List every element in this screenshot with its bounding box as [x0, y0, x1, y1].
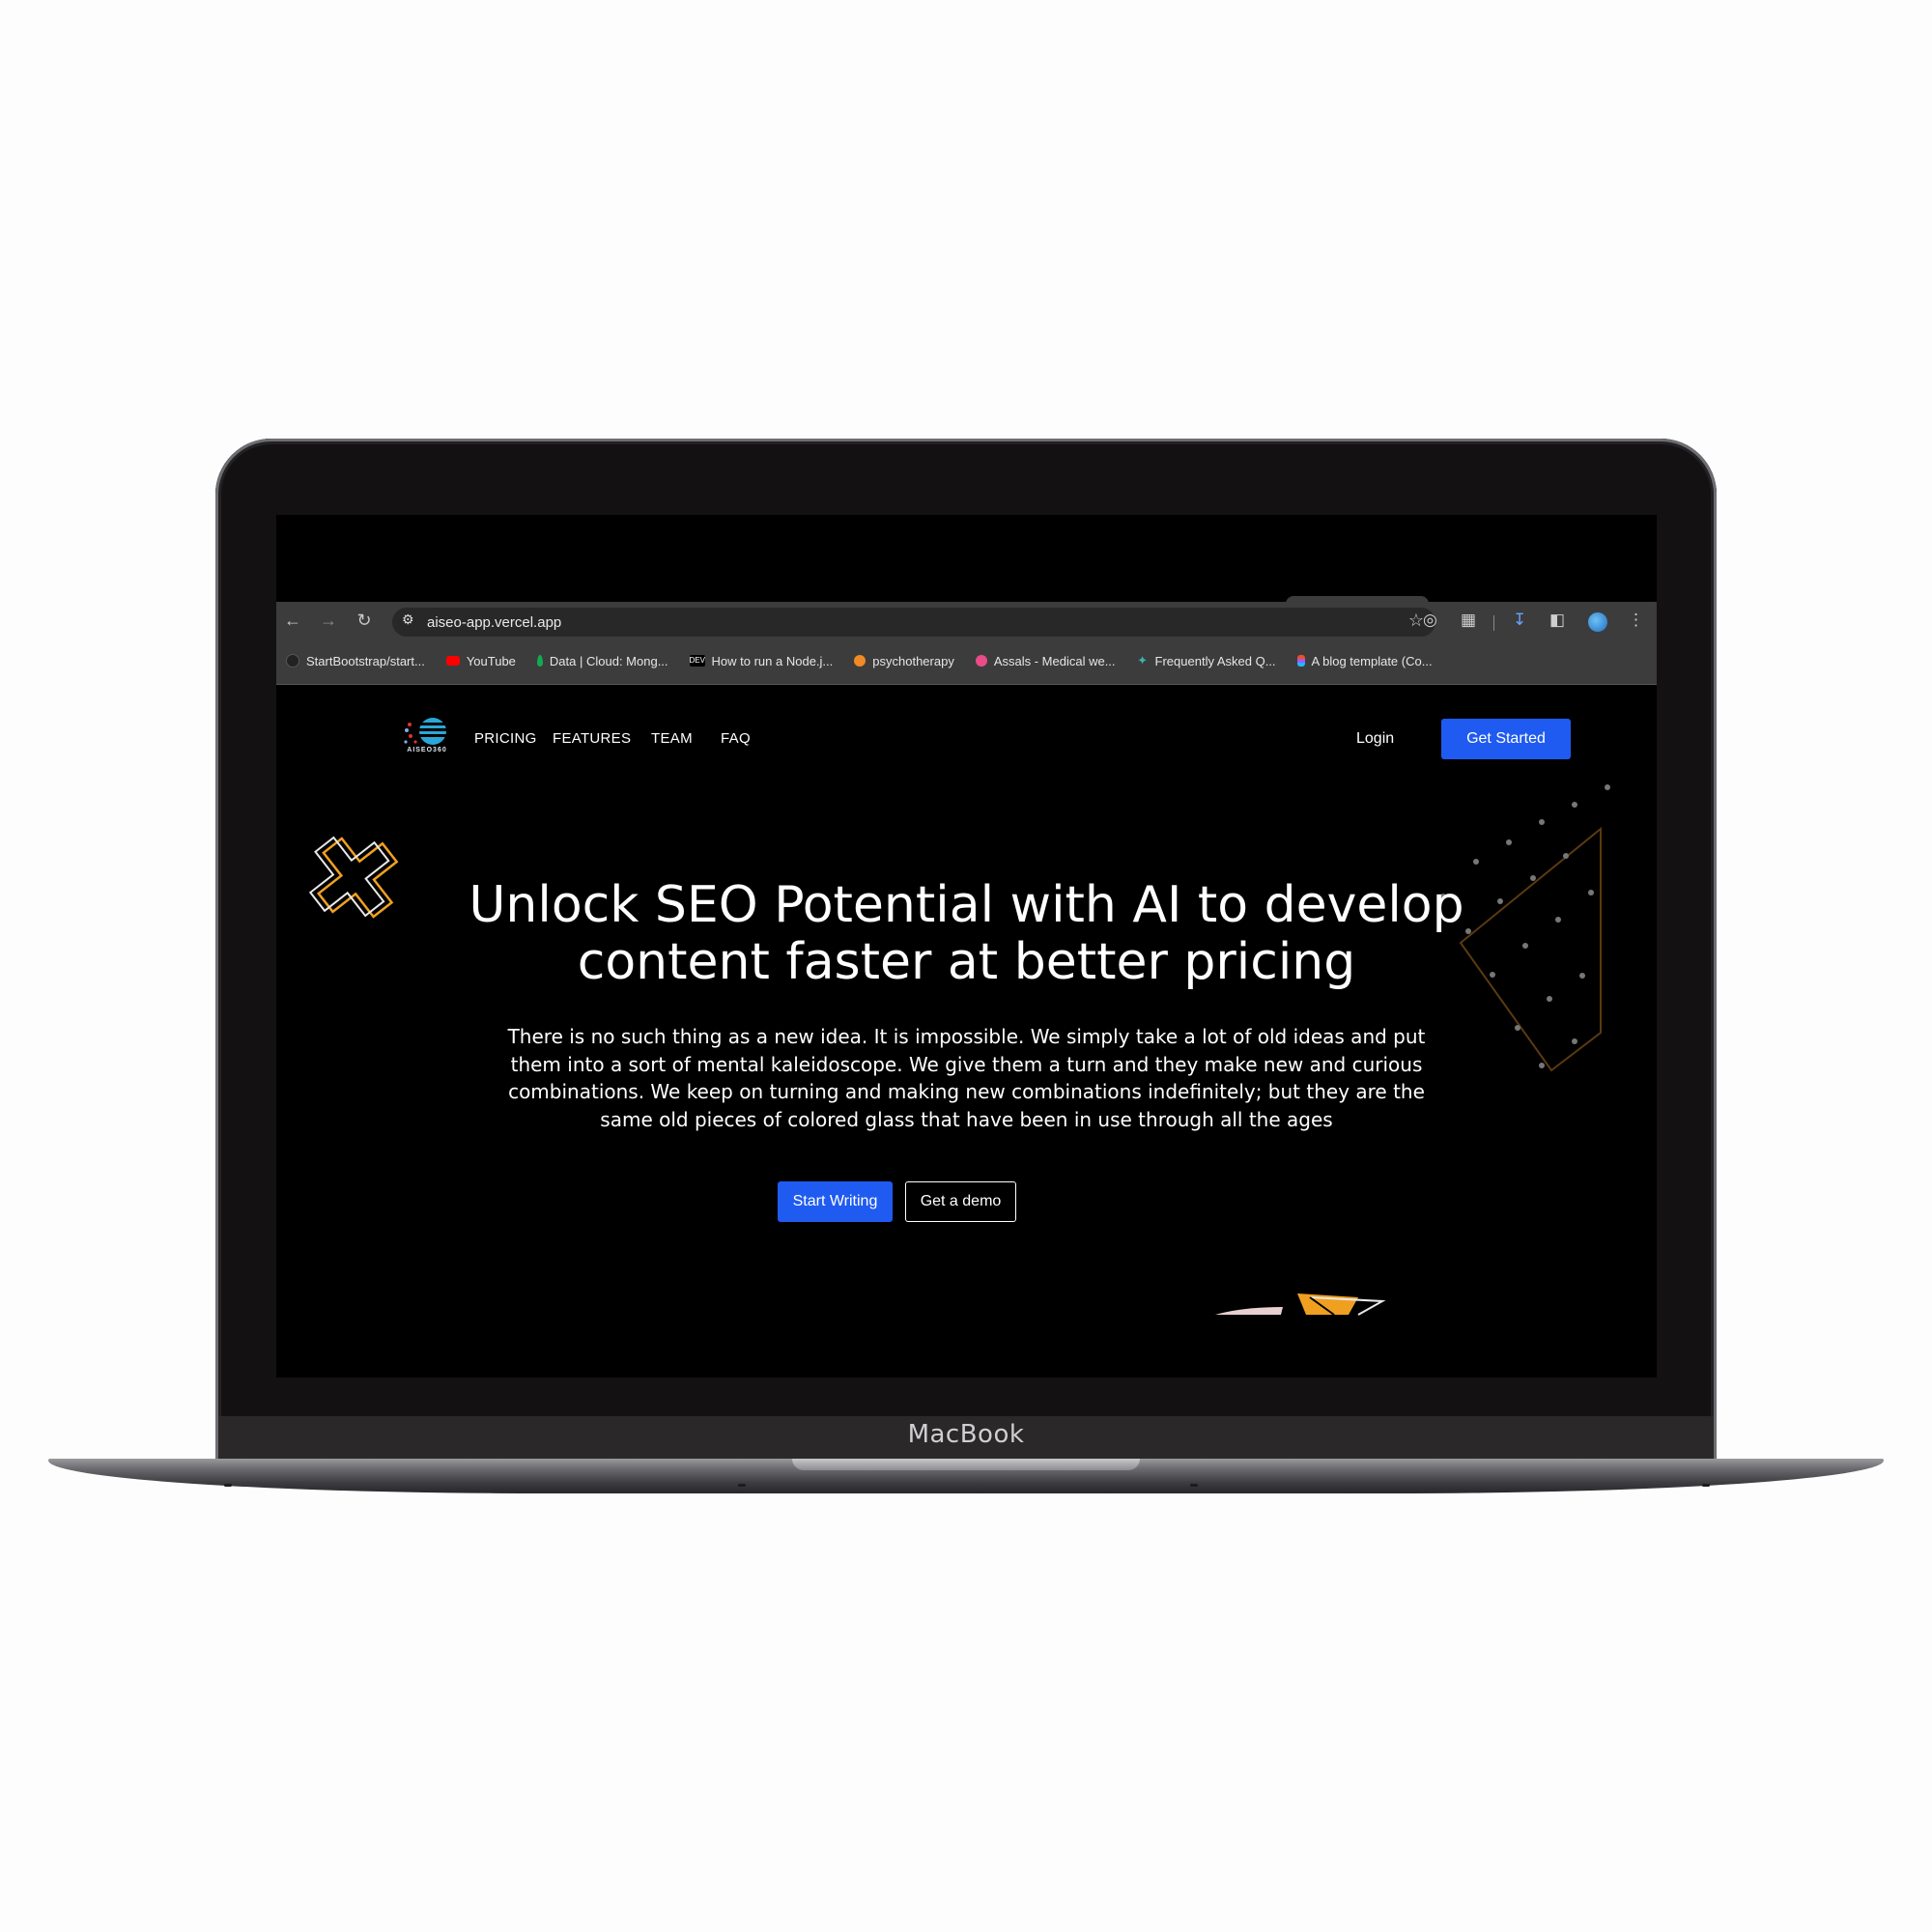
site-logo[interactable]: AISEO360 [402, 716, 452, 758]
browser-toolbar: ← → ↻ ⚙ aiseo-app.vercel.app ☆ ◎ ▦ ↧ ◧ ⋮… [276, 602, 1657, 685]
hero-subtext: There is no such thing as a new idea. It… [507, 1025, 1426, 1131]
login-link[interactable]: Login [1356, 730, 1394, 748]
logo-mark-icon [404, 718, 448, 745]
bookmark-item[interactable]: StartBootstrap/start... [286, 654, 425, 668]
toolbar-divider [1493, 615, 1494, 631]
bookmark-label: psychotherapy [872, 653, 954, 668]
figma-icon [1296, 655, 1305, 667]
menu-kebab-icon[interactable]: ⋮ [1628, 608, 1644, 633]
extensions-icon[interactable]: ▦ [1461, 608, 1476, 633]
reload-icon[interactable]: ↻ [354, 608, 375, 633]
base-foot [1190, 1484, 1198, 1487]
bookmark-label: How to run a Node.j... [711, 653, 834, 668]
hero-headline: Unlock SEO Potential with AI to develop … [469, 876, 1464, 991]
macbook-label: MacBook [907, 1420, 1025, 1449]
bookmark-label: A blog template (Co... [1311, 653, 1433, 668]
bookmark-item[interactable]: A blog template (Co... [1296, 653, 1433, 668]
download-icon[interactable]: ↧ [1513, 608, 1526, 633]
nav-team[interactable]: TEAM [651, 730, 693, 747]
youtube-icon [445, 656, 460, 666]
logo-wordmark: AISEO360 [407, 747, 447, 753]
github-icon [286, 654, 299, 668]
back-arrow-icon[interactable]: ← [282, 608, 303, 633]
get-demo-button[interactable]: Get a demo [905, 1181, 1016, 1222]
laptop-hinge-notch [792, 1459, 1140, 1470]
bookmark-item[interactable]: Data | Cloud: Mong... [536, 653, 668, 668]
forward-arrow-icon[interactable]: → [318, 608, 339, 633]
base-foot [1702, 1484, 1710, 1487]
decorative-paper-plane [1215, 1293, 1386, 1316]
bookmark-label: Data | Cloud: Mong... [549, 653, 668, 668]
base-foot [738, 1484, 746, 1487]
mongodb-icon [536, 655, 543, 667]
laptop-screen: ← → ↻ ⚙ aiseo-app.vercel.app ☆ ◎ ▦ ↧ ◧ ⋮… [276, 515, 1657, 1378]
bookmark-item[interactable]: psychotherapy [854, 654, 954, 668]
nav-pricing[interactable]: PRICING [474, 730, 537, 747]
bookmark-item[interactable]: ✦ Frequently Asked Q... [1137, 653, 1276, 668]
lens-icon[interactable]: ◎ [1423, 608, 1437, 633]
bookmarks-bar: StartBootstrap/start... YouTube Data | C… [286, 646, 1454, 675]
address-bar[interactable]: ⚙ aiseo-app.vercel.app ☆ [392, 608, 1435, 637]
nav-faq[interactable]: FAQ [721, 730, 751, 747]
bookmark-label: YouTube [466, 653, 516, 668]
bookmark-item[interactable]: Assals - Medical we... [975, 653, 1116, 668]
start-writing-button[interactable]: Start Writing [778, 1181, 893, 1222]
base-foot [224, 1484, 232, 1487]
sparkle-icon: ✦ [1137, 653, 1148, 668]
nav-features[interactable]: FEATURES [553, 730, 631, 747]
dev-icon: DEV [689, 655, 705, 667]
bookmark-star-icon[interactable]: ☆ [1408, 611, 1424, 631]
bookmark-label: Assals - Medical we... [993, 653, 1116, 668]
circle-orange-icon [854, 655, 867, 667]
bookmark-item[interactable]: DEV How to run a Node.j... [689, 653, 834, 668]
dribbble-icon [975, 655, 987, 667]
bookmark-label: StartBootstrap/start... [306, 653, 425, 668]
url-text[interactable]: aiseo-app.vercel.app [427, 614, 561, 631]
decorative-cross-shape [308, 836, 399, 919]
side-panel-icon[interactable]: ◧ [1549, 608, 1565, 633]
site-settings-icon[interactable]: ⚙ [402, 611, 414, 628]
bookmark-label: Frequently Asked Q... [1154, 653, 1276, 668]
profile-avatar[interactable] [1588, 612, 1607, 632]
bookmark-item[interactable]: YouTube [445, 653, 516, 668]
